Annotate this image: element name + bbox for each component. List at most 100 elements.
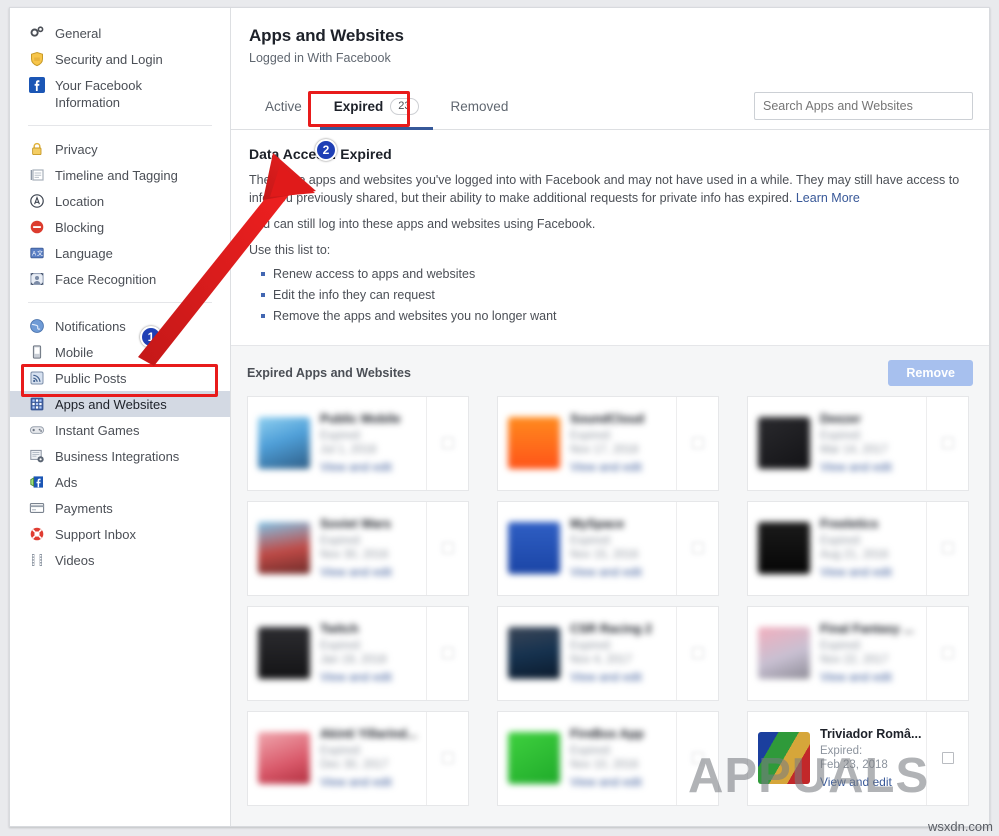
sidebar-item-apps-and-websites[interactable]: Apps and Websites (10, 391, 230, 417)
sidebar-item-location[interactable]: Location (10, 188, 230, 214)
app-card[interactable]: Public Mobile Expired: Jul 1, 2018 View and… (247, 395, 469, 491)
sidebar-item-label: Timeline and Tagging (55, 168, 178, 183)
app-select-checkbox[interactable] (692, 542, 704, 554)
app-card[interactable]: Triviador Româ... Expired: Feb 23, 2018 Vie… (747, 710, 969, 806)
sidebar-item-label: Support Inbox (55, 527, 136, 542)
sidebar-item-label: Instant Games (55, 423, 140, 438)
app-select-checkbox[interactable] (942, 542, 954, 554)
app-thumbnail (258, 732, 310, 784)
app-thumbnail (758, 417, 810, 469)
app-thumbnail (758, 522, 810, 574)
app-card[interactable]: SoundCloud Expired: Nov 17, 2018 View and e… (497, 395, 719, 491)
view-and-edit-link[interactable]: View and edit (570, 460, 692, 474)
app-select-checkbox[interactable] (692, 437, 704, 449)
sidebar-item-language[interactable]: A 文 Language (10, 240, 230, 266)
app-card[interactable]: Deezer Expired: Mar 14, 2017 View and edit (747, 395, 969, 491)
app-select-checkbox[interactable] (442, 752, 454, 764)
app-select-checkbox[interactable] (942, 647, 954, 659)
app-info: Freeletics Expired: Aug 21, 2016 View and e… (820, 517, 942, 579)
learn-more-link[interactable]: Learn More (796, 191, 860, 205)
app-info: Akinti Yillarind... Expired: Dec 30, 2017 V… (320, 727, 442, 789)
location-icon (29, 193, 45, 209)
app-select-checkbox[interactable] (442, 437, 454, 449)
tab-removed[interactable]: Removed (435, 83, 525, 129)
sidebar-item-label: Security and Login (55, 52, 163, 67)
sidebar-item-business-integrations[interactable]: Business Integrations (10, 443, 230, 469)
view-and-edit-link[interactable]: View and edit (820, 670, 942, 684)
card-divider (426, 396, 427, 490)
language-icon: A 文 (29, 245, 45, 261)
app-info: Final Fantasy ... Expired: Nov 22, 2017 Vie… (820, 622, 942, 684)
app-card[interactable]: Akinti Yillarind... Expired: Dec 30, 2017 V… (247, 710, 469, 806)
view-and-edit-link[interactable]: View and edit (570, 565, 692, 579)
view-and-edit-link[interactable]: View and edit (570, 670, 692, 684)
sidebar-item-videos[interactable]: Videos (10, 547, 230, 573)
card-divider (676, 501, 677, 595)
tab-count-badge: 23 (390, 97, 419, 115)
app-info: Soviet Wars Expired: Nov 30, 2016 View and … (320, 517, 442, 579)
app-select-checkbox[interactable] (942, 437, 954, 449)
sidebar-group-privacy: Privacy Timeline and Tagging Location Bl… (10, 136, 230, 292)
view-and-edit-link[interactable]: View and edit (320, 460, 442, 474)
card-divider (926, 501, 927, 595)
app-expired-date: Expired: Feb 23, 2018 (820, 745, 888, 771)
app-select-checkbox[interactable] (442, 647, 454, 659)
sidebar-item-payments[interactable]: Payments (10, 495, 230, 521)
tab-active[interactable]: Active (249, 83, 318, 129)
sidebar-item-mobile[interactable]: Mobile (10, 339, 230, 365)
app-card[interactable]: MySpace Expired: Nov 15, 2016 View and edit (497, 500, 719, 596)
view-and-edit-link[interactable]: View and edit (820, 565, 942, 579)
mobile-icon (29, 344, 45, 360)
app-select-checkbox[interactable] (442, 542, 454, 554)
sidebar-item-support-inbox[interactable]: Support Inbox (10, 521, 230, 547)
view-and-edit-link[interactable]: View and edit (820, 775, 942, 789)
app-name: Freeletics (820, 517, 879, 531)
sidebar-item-your-facebook-information[interactable]: Your Facebook Information (10, 72, 230, 115)
sidebar-item-security-and-login[interactable]: Security and Login (10, 46, 230, 72)
gears-icon (29, 25, 45, 41)
sidebar-item-privacy[interactable]: Privacy (10, 136, 230, 162)
app-expired-date: Expired: Nov 22, 2017 (820, 640, 889, 666)
settings-window: General Security and Login Your Facebook… (9, 7, 990, 827)
use-this-list-label: Use this list to: (249, 242, 331, 257)
app-info: MySpace Expired: Nov 15, 2016 View and edit (570, 517, 692, 579)
sidebar-item-blocking[interactable]: Blocking (10, 214, 230, 240)
app-name: Public Mobile (320, 412, 401, 426)
app-info: Deezer Expired: Mar 14, 2017 View and edit (820, 412, 942, 474)
sidebar-item-notifications[interactable]: Notifications (10, 313, 230, 339)
app-card[interactable]: CSR Racing 2 Expired: Nov 4, 2017 View and … (497, 605, 719, 701)
sidebar-item-timeline-and-tagging[interactable]: Timeline and Tagging (10, 162, 230, 188)
app-info: Twitch Expired: Jan 19, 2018 View and edit (320, 622, 442, 684)
sidebar-item-general[interactable]: General (10, 20, 230, 46)
sidebar-item-public-posts[interactable]: Public Posts (10, 365, 230, 391)
app-select-checkbox[interactable] (692, 647, 704, 659)
app-card[interactable]: Freeletics Expired: Aug 21, 2016 View and e… (747, 500, 969, 596)
sidebar-item-face-recognition[interactable]: Face Recognition (10, 266, 230, 292)
expired-apps-header: Expired Apps and Websites Remove (247, 359, 973, 386)
sidebar-item-label: Your Facebook Information (55, 78, 142, 110)
sidebar-item-instant-games[interactable]: Instant Games (10, 417, 230, 443)
view-and-edit-link[interactable]: View and edit (320, 775, 442, 789)
app-card[interactable]: FireBox App Expired: Nov 10, 2016 View and … (497, 710, 719, 806)
page-header: Apps and Websites Logged in With Faceboo… (231, 8, 989, 65)
app-select-checkbox[interactable] (942, 752, 954, 764)
svg-text:A: A (32, 252, 36, 258)
app-card[interactable]: Final Fantasy ... Expired: Nov 22, 2017 Vie… (747, 605, 969, 701)
view-and-edit-link[interactable]: View and edit (320, 565, 442, 579)
app-card[interactable]: Twitch Expired: Jan 19, 2018 View and edit (247, 605, 469, 701)
app-select-checkbox[interactable] (692, 752, 704, 764)
use-this-list: Renew access to apps and websites Edit t… (249, 264, 971, 327)
app-name: FireBox App (570, 727, 644, 741)
search-input[interactable] (754, 92, 973, 120)
view-and-edit-link[interactable]: View and edit (320, 670, 442, 684)
card-divider (926, 396, 927, 490)
tab-expired[interactable]: Expired 23 (318, 83, 435, 130)
remove-button[interactable]: Remove (888, 359, 973, 386)
face-icon (29, 271, 45, 287)
sidebar-item-ads[interactable]: Ads (10, 469, 230, 495)
tab-label: Expired (333, 98, 384, 114)
view-and-edit-link[interactable]: View and edit (570, 775, 692, 789)
card-divider (676, 396, 677, 490)
app-card[interactable]: Soviet Wars Expired: Nov 30, 2016 View and … (247, 500, 469, 596)
view-and-edit-link[interactable]: View and edit (820, 460, 942, 474)
